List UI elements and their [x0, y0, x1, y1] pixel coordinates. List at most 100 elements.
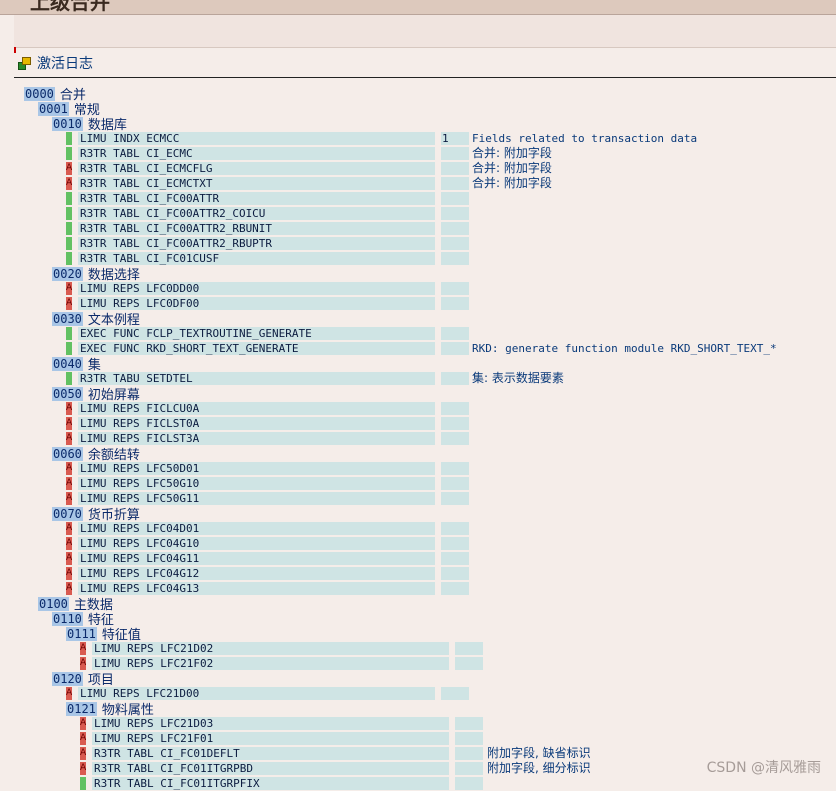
object-field[interactable]: R3TR TABL CI_ECMCFLG [78, 162, 435, 175]
value-field[interactable] [455, 717, 483, 730]
object-field[interactable]: LIMU REPS FICLCU0A [78, 402, 435, 415]
object-field[interactable]: EXEC FUNC FCLP_TEXTROUTINE_GENERATE [78, 327, 435, 340]
object-description: 附加字段, 缺省标识 [487, 746, 591, 760]
status-red-icon: A [66, 297, 72, 310]
object-field[interactable]: R3TR TABL CI_FC01ITGRPFIX [92, 777, 449, 790]
value-field[interactable] [441, 687, 469, 700]
status-red-icon: A [66, 162, 72, 175]
value-field[interactable] [441, 327, 469, 340]
tree-node-row: 0050 初始屏幕 [0, 386, 836, 403]
value-field[interactable] [455, 732, 483, 745]
object-field[interactable]: LIMU REPS FICLST0A [78, 417, 435, 430]
value-field[interactable] [441, 462, 469, 475]
tree-node-row: 0120 项目 [0, 671, 836, 688]
object-description: 合并: 附加字段 [472, 146, 552, 160]
value-field[interactable] [441, 297, 469, 310]
value-field[interactable] [441, 477, 469, 490]
value-field[interactable] [441, 222, 469, 235]
tree-node[interactable]: 0060 余额结转 [52, 446, 140, 463]
value-field[interactable] [441, 417, 469, 430]
status-green-icon [66, 222, 72, 235]
tree-node[interactable]: 0120 项目 [52, 671, 114, 688]
activation-log-button[interactable]: 激活日志 [18, 53, 93, 73]
object-field[interactable]: LIMU REPS LFC04D01 [78, 522, 435, 535]
status-green-icon [66, 207, 72, 220]
tree-node-row: 0030 文本例程 [0, 311, 836, 328]
value-field[interactable] [441, 192, 469, 205]
object-field[interactable]: R3TR TABL CI_FC01ITGRPBD [92, 762, 449, 775]
status-red-icon: A [66, 567, 72, 580]
value-field[interactable] [441, 537, 469, 550]
object-field[interactable]: LIMU REPS LFC04G13 [78, 582, 435, 595]
tree-node[interactable]: 0050 初始屏幕 [52, 386, 140, 403]
tree-node-row: 0040 集 [0, 356, 836, 373]
object-field[interactable]: LIMU REPS LFC21F02 [92, 657, 449, 670]
tree-node[interactable]: 0111 特征值 [66, 626, 141, 643]
object-description: Fields related to transaction data [472, 132, 698, 145]
object-field[interactable]: R3TR TABL CI_ECMCTXT [78, 177, 435, 190]
object-field[interactable]: LIMU REPS LFC21D03 [92, 717, 449, 730]
status-red-icon: A [80, 657, 86, 670]
object-field[interactable]: LIMU REPS LFC04G11 [78, 552, 435, 565]
value-field[interactable]: 1 [441, 132, 469, 145]
object-field[interactable]: LIMU REPS LFC21F01 [92, 732, 449, 745]
value-field[interactable] [441, 207, 469, 220]
object-field[interactable]: R3TR TABL CI_FC01DEFLT [92, 747, 449, 760]
object-field[interactable]: LIMU REPS LFC0DD00 [78, 282, 435, 295]
value-field[interactable] [441, 552, 469, 565]
value-field[interactable] [455, 642, 483, 655]
value-field[interactable] [441, 282, 469, 295]
node-code: 0121 [66, 701, 97, 716]
tree-object-row: R3TR TABL CI_FC00ATTR2_COICU [0, 206, 836, 221]
node-code: 0070 [52, 506, 83, 521]
status-red-icon: A [66, 402, 72, 415]
value-field[interactable] [441, 237, 469, 250]
value-field[interactable] [441, 372, 469, 385]
value-field[interactable] [441, 567, 469, 580]
application-toolbar [14, 15, 836, 48]
tree-node[interactable]: 0020 数据选择 [52, 266, 140, 283]
value-field[interactable] [441, 402, 469, 415]
value-field[interactable] [441, 522, 469, 535]
status-red-icon: A [66, 552, 72, 565]
object-field[interactable]: LIMU REPS LFC21D02 [92, 642, 449, 655]
activation-log-icon [18, 56, 31, 70]
value-field[interactable] [441, 147, 469, 160]
object-field[interactable]: LIMU REPS LFC04G10 [78, 537, 435, 550]
object-field[interactable]: R3TR TABL CI_FC00ATTR2_RBUPTR [78, 237, 435, 250]
object-field[interactable]: LIMU REPS LFC50D01 [78, 462, 435, 475]
value-field[interactable] [441, 432, 469, 445]
value-field[interactable] [441, 177, 469, 190]
object-field[interactable]: LIMU REPS LFC50G10 [78, 477, 435, 490]
tree-object-row: EXEC FUNC FCLP_TEXTROUTINE_GENERATE [0, 326, 836, 341]
tree-node-row: 0020 数据选择 [0, 266, 836, 283]
title-bar: 上级合并 [0, 0, 836, 15]
object-field[interactable]: R3TR TABL CI_FC00ATTR2_COICU [78, 207, 435, 220]
tree-node[interactable]: 0070 货币折算 [52, 506, 140, 523]
tree-node-row: 0111 特征值 [0, 626, 836, 643]
tree-node[interactable]: 0121 物料属性 [66, 701, 154, 718]
tree-node[interactable]: 0040 集 [52, 356, 101, 373]
object-description: 集: 表示数据要素 [472, 371, 564, 385]
object-field[interactable]: R3TR TABL CI_ECMC [78, 147, 435, 160]
value-field[interactable] [441, 342, 469, 355]
status-green-icon [66, 192, 72, 205]
status-red-icon: A [66, 417, 72, 430]
object-field[interactable]: EXEC FUNC RKD_SHORT_TEXT_GENERATE [78, 342, 435, 355]
tree-node[interactable]: 0030 文本例程 [52, 311, 140, 328]
value-field[interactable] [441, 252, 469, 265]
value-field[interactable] [455, 777, 483, 790]
object-field[interactable]: R3TR TABL CI_FC00ATTR [78, 192, 435, 205]
value-field[interactable] [455, 747, 483, 760]
value-field[interactable] [441, 162, 469, 175]
value-field[interactable] [455, 657, 483, 670]
tree-node[interactable]: 0010 数据库 [52, 116, 127, 133]
tree-node-row: 0060 余额结转 [0, 446, 836, 463]
value-field[interactable] [441, 582, 469, 595]
object-field[interactable]: LIMU INDX ECMCC [78, 132, 435, 145]
object-field[interactable]: R3TR TABL CI_FC00ATTR2_RBUNIT [78, 222, 435, 235]
value-field[interactable] [455, 762, 483, 775]
value-field[interactable] [441, 492, 469, 505]
status-red-icon: A [80, 642, 86, 655]
object-field[interactable]: LIMU REPS LFC04G12 [78, 567, 435, 580]
